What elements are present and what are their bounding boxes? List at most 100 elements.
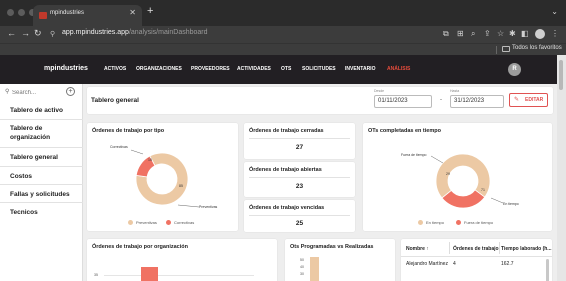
column-separator: [499, 242, 500, 254]
table-row[interactable]: Alejandro Martínez 4 162.7: [401, 257, 552, 271]
metric-title: Órdenes de trabajo vencidas: [249, 205, 325, 211]
address-bar[interactable]: app.mpindustries.app/analysis/mainDashbo…: [62, 29, 208, 36]
legend-label-preventivas: Preventivas: [136, 220, 157, 225]
sidebar-item-label: Tablero de organización: [10, 125, 51, 141]
app-logo[interactable]: mpindustries: [44, 65, 88, 72]
date-range-separator: -: [440, 97, 442, 103]
ots-tiempo-annotation-en-tiempo: En tiempo: [503, 202, 519, 206]
cell-tiempo: 162.7: [501, 261, 514, 267]
page-scrollbar-thumb[interactable]: [559, 60, 563, 90]
ots-tiempo-slice-label: 29: [446, 172, 450, 176]
back-icon[interactable]: ←: [7, 28, 16, 38]
nav-activos[interactable]: ACTIVOS: [104, 66, 126, 72]
column-separator: [449, 242, 450, 254]
ots-prog-card: Ots Programadas vs Realizadas 50 40 30: [285, 239, 395, 281]
nav-proveedores[interactable]: PROVEEDORES: [191, 66, 230, 72]
legend-dot-preventivas: [128, 220, 133, 225]
url-path: /analysis/mainDashboard: [128, 29, 208, 36]
ots-prog-tick: 50: [300, 258, 304, 262]
ots-prog-tick: 30: [300, 272, 304, 276]
ots-prog-tick: 40: [300, 265, 304, 269]
ot-tipo-leader-correctivas: [130, 149, 144, 155]
metric-value: 27: [295, 144, 304, 151]
nav-analisis[interactable]: ANÁLISIS: [387, 66, 410, 72]
nav-actividades[interactable]: ACTIVIDADES: [237, 66, 271, 72]
forward-icon[interactable]: →: [21, 28, 30, 38]
sidebar-item-label: Tecnicos: [10, 209, 38, 216]
ot-org-card: Órdenes de trabajo por organización 35: [87, 239, 277, 281]
bookmarks-separator: [496, 46, 497, 54]
donut-slice-fuera-de-tiempo[interactable]: [441, 189, 486, 209]
new-tab-button[interactable]: +: [147, 5, 153, 17]
edit-button[interactable]: ✎ EDITAR: [509, 93, 548, 107]
install-app-icon[interactable]: ⧉: [443, 29, 449, 39]
ot-org-title: Órdenes de trabajo por organización: [92, 244, 188, 250]
from-date-field[interactable]: 01/11/2023: [374, 95, 432, 108]
ots-tiempo-donut: [430, 153, 504, 209]
to-date-value: 31/12/2023: [454, 98, 485, 104]
sidebar: ⚲ + Tablero de activo Tablero de organiz…: [0, 84, 83, 281]
edit-button-label: EDITAR: [525, 97, 544, 103]
bookmarks-bar: Todos los favoritos: [0, 43, 566, 55]
sidebar-item-label: Tablero de activo: [10, 107, 63, 114]
site-info-icon[interactable]: ⚲: [50, 30, 55, 38]
nav-inventario[interactable]: INVENTARIO: [345, 66, 375, 72]
ots-tiempo-card: OTs completadas en tiempo Fuera de tiemp…: [363, 123, 552, 231]
share-icon[interactable]: ⇪: [484, 29, 491, 38]
legend-dot-en-tiempo: [418, 220, 423, 225]
legend-label-fuera: Fuera de tiempo: [464, 220, 494, 225]
metric-card-vencidas: Órdenes de trabajo vencidas 25: [244, 200, 355, 232]
window-minimize-icon[interactable]: [18, 9, 25, 16]
sidebar-item-tablero-general[interactable]: Tablero general: [0, 148, 83, 167]
nav-ots[interactable]: OTS: [281, 66, 291, 72]
favicon-icon: [39, 12, 47, 19]
table-scrollbar[interactable]: [546, 259, 549, 281]
extensions-icon[interactable]: ✱: [509, 29, 516, 38]
column-header-tiempo[interactable]: Tiempo laborado (h...: [501, 246, 551, 252]
metric-card-abiertas: Órdenes de trabajo abiertas 23: [244, 162, 355, 197]
tab-title: mpindustries: [50, 10, 85, 16]
from-date-value: 01/11/2023: [378, 98, 408, 104]
menu-kebab-icon[interactable]: ⋮: [551, 29, 559, 38]
column-header-nombre[interactable]: Nombre ↑: [406, 246, 429, 252]
window-close-icon[interactable]: [7, 9, 14, 16]
tab-close-icon[interactable]: ✕: [129, 8, 136, 17]
ot-tipo-card: Órdenes de trabajo por tipo Correctivas …: [87, 123, 238, 231]
sidebar-search-input[interactable]: [4, 88, 62, 97]
pencil-icon: ✎: [514, 97, 520, 103]
profile-avatar[interactable]: [535, 29, 545, 39]
app-page: mpindustries ACTIVOS ORGANIZACIONES PROV…: [0, 55, 557, 281]
browser-tab[interactable]: mpindustries ✕: [33, 5, 142, 26]
all-bookmarks-button[interactable]: Todos los favoritos: [512, 45, 562, 51]
from-label: Desde: [374, 89, 385, 93]
sidebar-item-costos[interactable]: Costos: [0, 167, 83, 185]
divider: [249, 215, 350, 216]
metric-value: 23: [295, 183, 304, 190]
nav-solicitudes[interactable]: SOLICITUDES: [302, 66, 336, 72]
tab-search-chevron-icon[interactable]: ⌄: [551, 7, 558, 16]
sidebar-item-tablero-activo[interactable]: Tablero de activo: [0, 102, 83, 120]
legend-label-correctivas: Correctivas: [174, 220, 195, 225]
to-date-field[interactable]: 31/12/2023: [450, 95, 504, 108]
cell-nombre: Alejandro Martínez: [406, 261, 448, 267]
metric-title: Órdenes de trabajo cerradas: [249, 128, 324, 134]
sidebar-item-tablero-organizacion[interactable]: Tablero de organización: [0, 120, 83, 148]
ot-org-tick: 35: [94, 273, 98, 277]
dashboard-header: Tablero general Desde 01/11/2023 - Hasta…: [87, 87, 553, 114]
ots-tiempo-leader-fuera: [430, 155, 444, 164]
sidebar-item-fallas[interactable]: Fallas y solicitudes: [0, 185, 83, 203]
add-circle-icon[interactable]: +: [66, 87, 75, 96]
user-avatar[interactable]: R: [508, 63, 521, 76]
column-header-ordenes[interactable]: Órdenes de trabajo: [453, 246, 499, 252]
nav-organizaciones[interactable]: ORGANIZACIONES: [136, 66, 182, 72]
legend-dot-fuera: [456, 220, 461, 225]
zoom-icon[interactable]: ⌕: [471, 29, 475, 39]
metric-value: 25: [295, 220, 304, 227]
sidepanel-icon[interactable]: ◧: [521, 29, 529, 38]
translate-icon[interactable]: ⊞: [457, 29, 464, 38]
bookmark-star-icon[interactable]: ☆: [497, 29, 504, 38]
sidebar-item-tecnicos[interactable]: Tecnicos: [0, 203, 83, 221]
metric-card-cerradas: Órdenes de trabajo cerradas 27: [244, 123, 355, 159]
ot-tipo-annotation-correctivas: Correctivas: [110, 145, 128, 149]
reload-icon[interactable]: ↻: [34, 28, 42, 39]
